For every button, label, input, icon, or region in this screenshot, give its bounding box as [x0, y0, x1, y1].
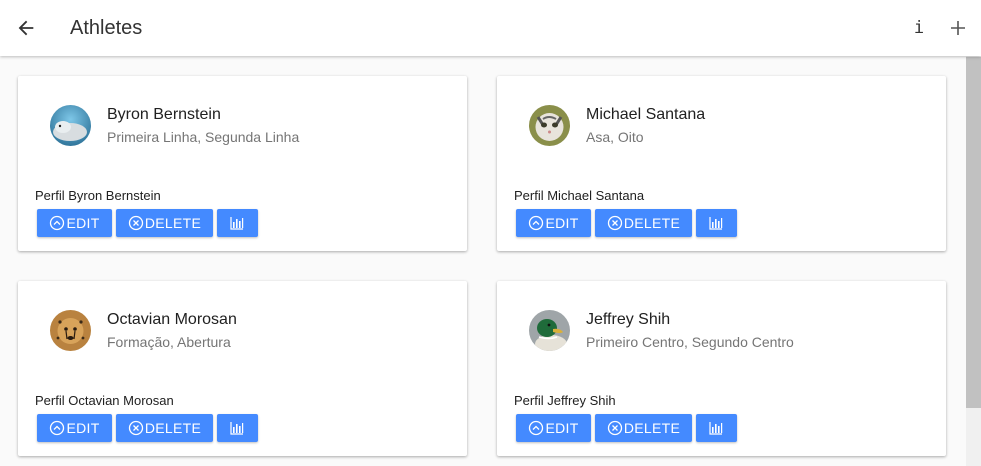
avatar	[50, 310, 91, 351]
athlete-name: Byron Bernstein	[107, 106, 221, 123]
athlete-card: Byron Bernstein Primeira Linha, Segunda …	[18, 76, 467, 251]
athletes-grid: Byron Bernstein Primeira Linha, Segunda …	[0, 56, 966, 466]
cheetah-photo-icon	[50, 310, 91, 351]
stats-button[interactable]	[696, 209, 737, 237]
close-circle-icon	[607, 215, 623, 231]
cat-photo-icon	[529, 105, 570, 146]
athlete-positions: Asa, Oito	[586, 129, 644, 145]
scrollbar-thumb[interactable]	[966, 57, 981, 408]
info-button[interactable]: i	[908, 14, 930, 42]
athlete-positions: Primeira Linha, Segunda Linha	[107, 129, 300, 145]
seal-photo-icon	[50, 105, 91, 146]
edit-label: EDIT	[545, 215, 579, 231]
chevron-up-circle-icon	[529, 420, 544, 436]
card-actions: EDIT DELETE	[37, 209, 258, 237]
page-title: Athletes	[70, 17, 143, 39]
plus-icon	[951, 21, 965, 35]
edit-button[interactable]: EDIT	[37, 209, 112, 237]
bar-chart-icon	[709, 217, 723, 230]
duck-photo-icon	[529, 310, 570, 351]
bar-chart-icon	[230, 217, 244, 230]
card-actions: EDIT DELETE	[37, 414, 258, 442]
avatar	[529, 105, 570, 146]
edit-label: EDIT	[66, 420, 100, 436]
edit-button[interactable]: EDIT	[37, 414, 112, 442]
stats-button[interactable]	[217, 414, 258, 442]
chevron-up-circle-icon	[50, 215, 65, 231]
athlete-profile-label: Perfil Byron Bernstein	[35, 188, 161, 203]
bar-chart-icon	[709, 422, 723, 435]
delete-button[interactable]: DELETE	[116, 209, 213, 237]
bar-chart-icon	[230, 422, 244, 435]
stats-button[interactable]	[217, 209, 258, 237]
delete-button[interactable]: DELETE	[116, 414, 213, 442]
athlete-name: Jeffrey Shih	[586, 311, 671, 328]
delete-button[interactable]: DELETE	[595, 209, 692, 237]
close-circle-icon	[128, 215, 144, 231]
chevron-up-circle-icon	[50, 420, 65, 436]
athlete-name: Michael Santana	[586, 106, 706, 123]
delete-label: DELETE	[623, 215, 681, 231]
athlete-positions: Formação, Abertura	[107, 334, 231, 350]
avatar	[50, 105, 91, 146]
edit-button[interactable]: EDIT	[516, 414, 591, 442]
app-bar: Athletes i	[0, 0, 981, 56]
athlete-card: Octavian Morosan Formação, Abertura Perf…	[18, 281, 467, 456]
close-circle-icon	[607, 420, 623, 436]
avatar	[529, 310, 570, 351]
delete-label: DELETE	[144, 215, 202, 231]
edit-label: EDIT	[66, 215, 100, 231]
delete-button[interactable]: DELETE	[595, 414, 692, 442]
delete-label: DELETE	[144, 420, 202, 436]
athlete-profile-label: Perfil Jeffrey Shih	[514, 393, 616, 408]
delete-label: DELETE	[623, 420, 681, 436]
athlete-card: Michael Santana Asa, Oito Perfil Michael…	[497, 76, 946, 251]
athlete-profile-label: Perfil Octavian Morosan	[35, 393, 174, 408]
athlete-name: Octavian Morosan	[107, 311, 237, 328]
athlete-positions: Primeiro Centro, Segundo Centro	[586, 334, 794, 350]
card-actions: EDIT DELETE	[516, 209, 737, 237]
chevron-up-circle-icon	[529, 215, 544, 231]
edit-button[interactable]: EDIT	[516, 209, 591, 237]
athlete-profile-label: Perfil Michael Santana	[514, 188, 645, 203]
athlete-card: Jeffrey Shih Primeiro Centro, Segundo Ce…	[497, 281, 946, 456]
add-athlete-button[interactable]	[946, 14, 970, 42]
arrow-left-icon	[18, 20, 34, 36]
stats-button[interactable]	[696, 414, 737, 442]
close-circle-icon	[128, 420, 144, 436]
back-button[interactable]	[12, 14, 40, 42]
card-actions: EDIT DELETE	[516, 414, 737, 442]
edit-label: EDIT	[545, 420, 579, 436]
